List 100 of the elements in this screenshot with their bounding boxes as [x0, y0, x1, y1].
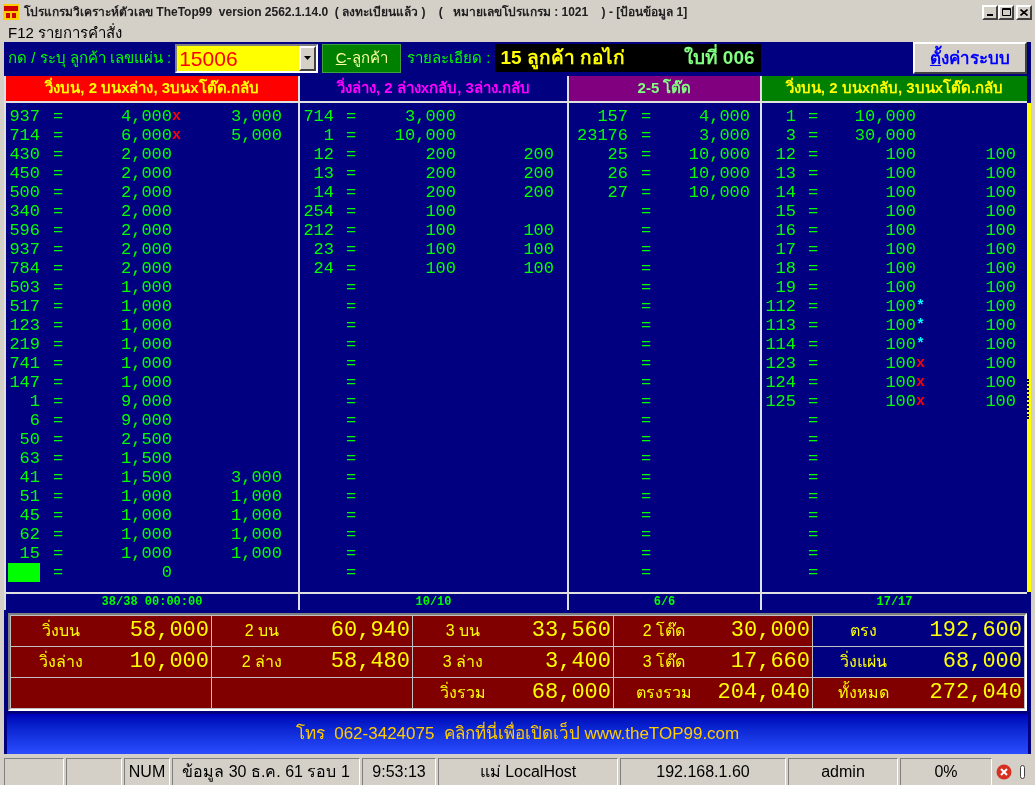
- equals-sign: =: [345, 126, 357, 145]
- equals-sign: =: [345, 164, 357, 183]
- column-title: 2-5 โต๊ด: [637, 78, 692, 99]
- scrollbar[interactable]: [1027, 103, 1031, 592]
- bet-amount: 1,000: [121, 354, 172, 373]
- bet-amount: 2,000: [121, 221, 172, 240]
- bet-number: 12: [775, 145, 796, 164]
- equals-sign: =: [345, 221, 357, 240]
- bet-number: 254: [303, 202, 334, 221]
- total-value: 192,600: [929, 617, 1022, 645]
- equals-sign: =: [52, 335, 64, 354]
- bet-amount: 100: [885, 278, 916, 297]
- bet-number: 62: [19, 525, 40, 544]
- bet-number: 784: [9, 259, 40, 278]
- total-label: วิ่งแผ่น: [839, 650, 887, 672]
- close-button[interactable]: [1016, 4, 1032, 20]
- second-amount: 100: [985, 373, 1016, 392]
- bet-amount: 100: [425, 259, 456, 278]
- total-value: 30,000: [730, 617, 810, 645]
- total-label: 2 โต๊ด: [642, 620, 686, 641]
- bet-amount: 10,000: [394, 126, 456, 145]
- bet-amount: 3,000: [405, 107, 456, 126]
- equals-sign: =: [640, 525, 652, 544]
- second-amount: 100: [523, 221, 554, 240]
- bet-amount: 2,000: [121, 240, 172, 259]
- equals-sign: =: [345, 392, 357, 411]
- equals-sign: =: [52, 183, 64, 202]
- bet-amount: 100: [885, 297, 916, 316]
- website-banner-link[interactable]: โทร 062-3424075 คลิกที่นี่เพื่อเปิดเว็ป www.theTOP99.com: [7, 714, 1028, 754]
- second-amount: 100: [985, 164, 1016, 183]
- bet-amount: 100: [885, 183, 916, 202]
- equals-sign: =: [640, 297, 652, 316]
- equals-sign: =: [807, 202, 819, 221]
- total-label: วิ่งล่าง: [39, 650, 83, 672]
- progress-panel: 0%: [900, 758, 992, 785]
- second-amount: 100: [985, 392, 1016, 411]
- equals-sign: =: [345, 316, 357, 335]
- equals-sign: =: [807, 126, 819, 145]
- num-lock-indicator: NUM: [124, 758, 170, 785]
- minimize-button[interactable]: [982, 4, 998, 20]
- bet-number: 937: [9, 240, 40, 259]
- bet-amount: 2,000: [121, 202, 172, 221]
- close-icon: [1020, 8, 1028, 16]
- bet-number: 27: [607, 183, 628, 202]
- bet-amount: 3,000: [699, 126, 750, 145]
- bet-amount: 100: [885, 145, 916, 164]
- detail-label: รายละเอียด :: [407, 47, 491, 68]
- bet-number: 112: [765, 297, 796, 316]
- equals-sign: =: [640, 468, 652, 487]
- total-label: วิ่งบน: [42, 619, 80, 641]
- scrollbar-thumb[interactable]: [1027, 379, 1031, 419]
- bet-amount: 2,000: [121, 145, 172, 164]
- equals-sign: =: [52, 107, 64, 126]
- mark-symbol: *: [916, 297, 925, 316]
- bet-number: 714: [9, 126, 40, 145]
- equals-sign: =: [345, 487, 357, 506]
- bet-amount: 2,000: [121, 183, 172, 202]
- equals-sign: =: [345, 468, 357, 487]
- equals-sign: =: [807, 449, 819, 468]
- total-value: 3,400: [545, 648, 611, 676]
- bet-amount: 9,000: [121, 411, 172, 430]
- equals-sign: =: [807, 145, 819, 164]
- equals-sign: =: [807, 487, 819, 506]
- customer-button[interactable]: C-ลูกค้า: [322, 43, 402, 73]
- number-entry-field[interactable]: [8, 563, 40, 582]
- second-amount: 200: [523, 145, 554, 164]
- sheet-number-field[interactable]: 15006: [175, 43, 319, 73]
- equals-sign: =: [640, 563, 652, 582]
- second-amount: 5,000: [231, 126, 282, 145]
- dropdown-button[interactable]: [299, 45, 317, 71]
- equals-sign: =: [345, 278, 357, 297]
- bet-amount: 10,000: [688, 164, 750, 183]
- equals-sign: =: [345, 297, 357, 316]
- second-amount: 1,000: [231, 525, 282, 544]
- total-value: 10,000: [129, 648, 209, 676]
- bet-amount: 1,000: [121, 373, 172, 392]
- total-value: 272,040: [929, 679, 1022, 707]
- second-amount: 100: [523, 240, 554, 259]
- bet-number: 14: [775, 183, 796, 202]
- total-value: 60,940: [330, 617, 410, 645]
- bet-number: 3: [785, 126, 796, 145]
- mark-symbol: *: [916, 335, 925, 354]
- total-value: 17,660: [730, 648, 810, 676]
- bet-amount: 1,000: [121, 544, 172, 563]
- settings-button[interactable]: ตั้งค่าระบบ: [913, 42, 1027, 74]
- maximize-button[interactable]: [998, 4, 1014, 20]
- bet-number: 1: [323, 126, 334, 145]
- handle-icon: [1020, 765, 1025, 779]
- bet-amount: 1,000: [121, 278, 172, 297]
- equals-sign: =: [52, 487, 64, 506]
- equals-sign: =: [345, 563, 357, 582]
- equals-sign: =: [807, 183, 819, 202]
- bet-amount: 100: [425, 240, 456, 259]
- command-menu[interactable]: F12 รายการคำสั่ง: [8, 24, 122, 42]
- equals-sign: =: [345, 525, 357, 544]
- equals-sign: =: [52, 468, 64, 487]
- count-footer: 38/38 00:00:00: [6, 594, 298, 610]
- equals-sign: =: [640, 183, 652, 202]
- bet-number: 25: [607, 145, 628, 164]
- second-amount: 100: [985, 202, 1016, 221]
